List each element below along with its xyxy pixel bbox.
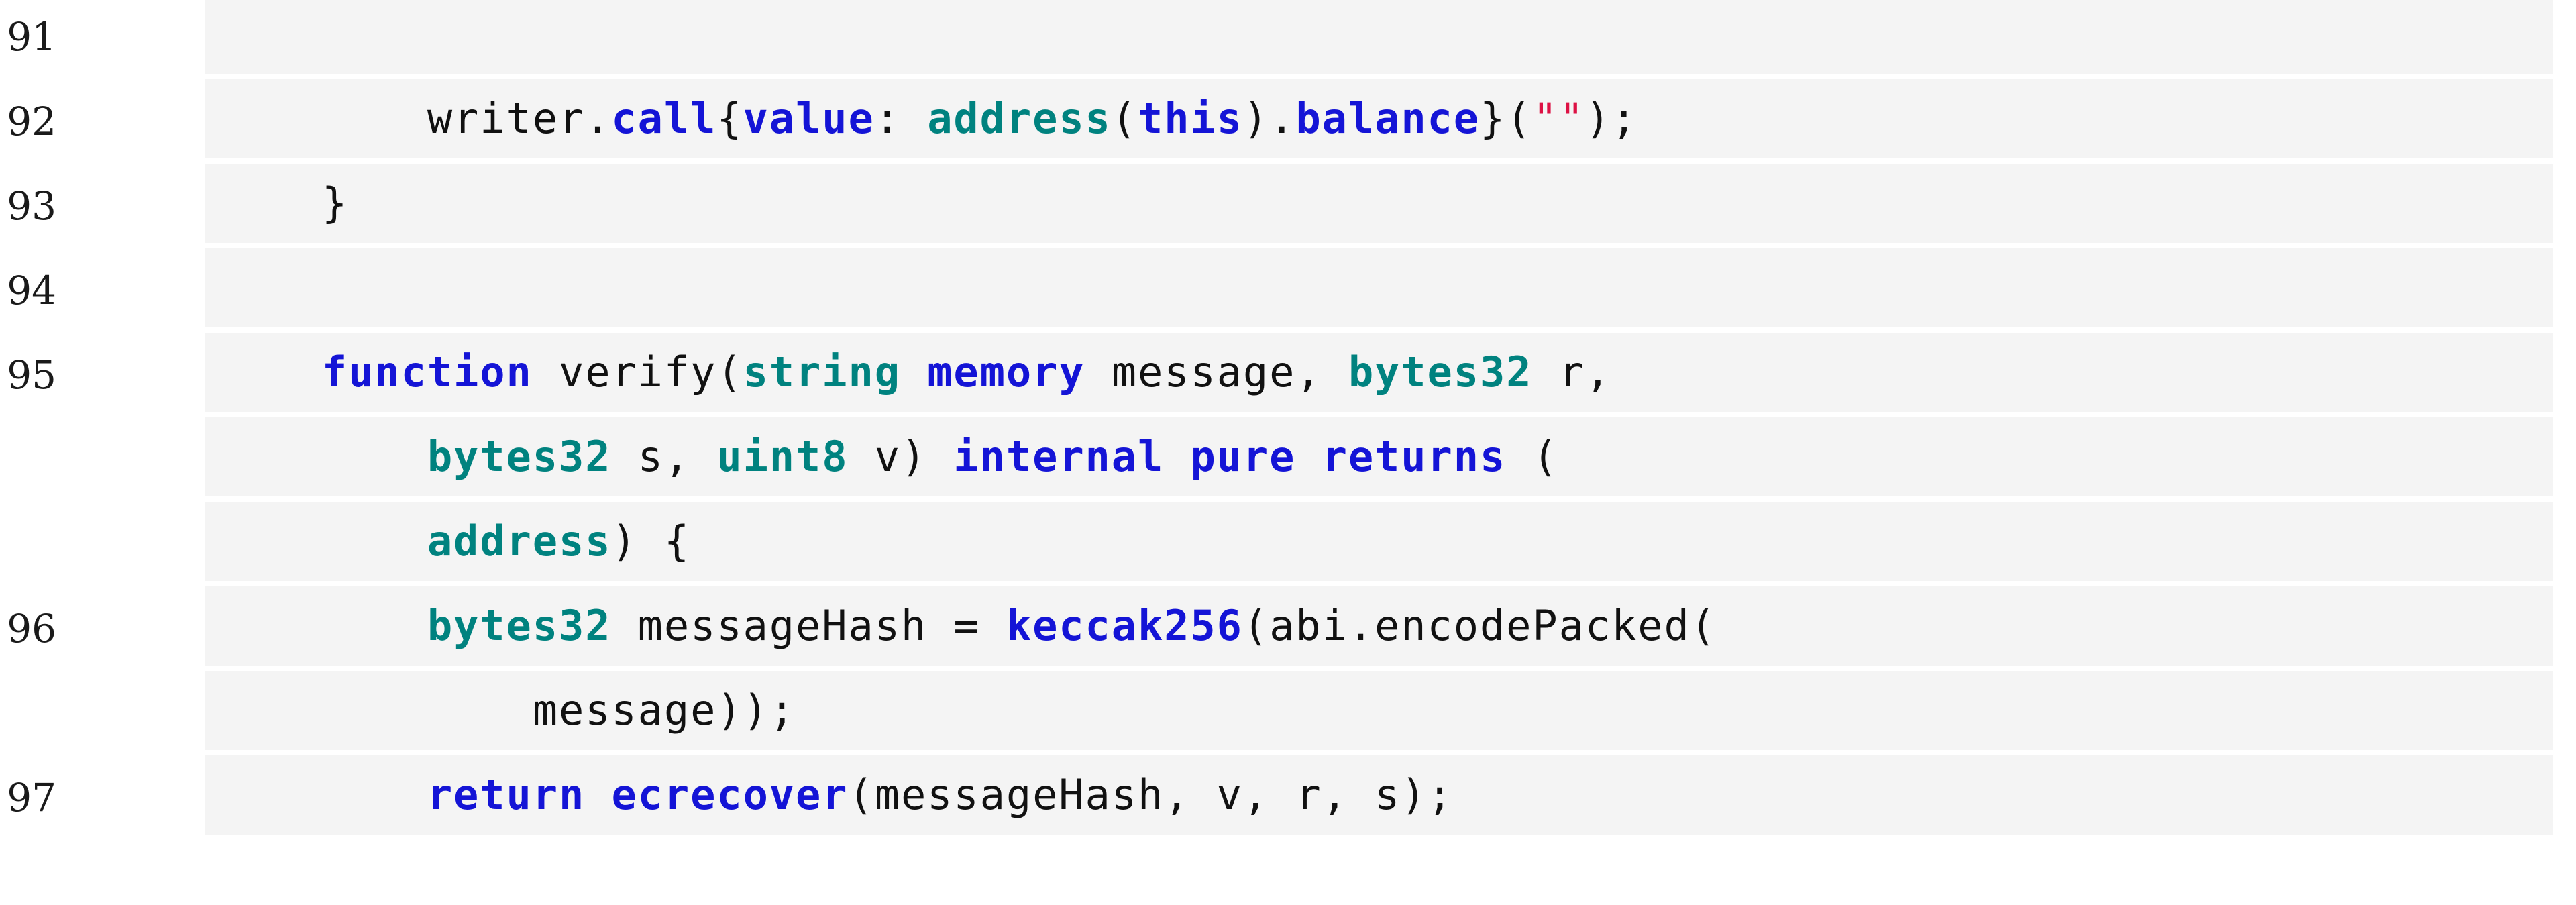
code-token: : [874,94,928,143]
code-line-row[interactable]: function verify(string memory message, b… [205,333,2553,412]
code-token: verify( [532,348,743,396]
code-line-text: bytes32 s, uint8 v) internal pure return… [217,417,1559,496]
code-line-row[interactable]: address) { [205,502,2553,581]
code-token: r, [1532,348,1612,396]
code-token: value [743,94,875,143]
code-token: { [716,94,743,143]
line-number: 92 [7,99,56,144]
code-token: keccak256 [1006,601,1243,650]
code-token: bytes32 [427,432,612,481]
code-token: string [743,348,901,396]
code-line-text: return ecrecover(messageHash, v, r, s); [217,755,1454,835]
code-token: uint8 [716,432,849,481]
code-token: ); [1585,94,1638,143]
code-token: } [217,178,349,227]
code-token: address [927,94,1112,143]
code-line-row[interactable]: bytes32 s, uint8 v) internal pure return… [205,417,2553,496]
code-token: message, [1085,348,1348,396]
code-token: bytes32 [1348,348,1533,396]
code-token: (messageHash, v, r, s); [848,770,1454,819]
code-line-row[interactable]: } [205,164,2553,243]
line-number: 91 [7,14,56,60]
code-token: bytes32 [427,601,612,650]
code-line-text: message)); [217,671,796,750]
code-token: writer. [217,94,612,143]
code-token: returns [1322,432,1507,481]
code-line-text: } [217,164,348,243]
line-number-gutter: 91 92 93 94 95 96 97 [0,0,205,905]
code-token: v) [848,432,954,481]
code-line-text: bytes32 messageHash = keccak256(abi.enco… [217,586,1717,666]
line-number: 96 [7,606,56,651]
code-token: this [1138,94,1243,143]
code-token: call [611,94,717,143]
code-token: ecrecover [611,770,849,819]
line-number: 94 [7,268,56,313]
code-token: memory [927,348,1085,396]
code-token: message)); [217,686,796,735]
code-line-text: function verify(string memory message, b… [217,333,1611,412]
code-token: ( [1506,432,1559,481]
line-number: 97 [7,775,56,820]
line-number: 93 [7,183,56,229]
code-line-row[interactable]: return ecrecover(messageHash, v, r, s); [205,755,2553,835]
code-token: ) { [611,517,691,566]
code-token: function [321,348,533,396]
code-listing: 91 92 93 94 95 96 97 writer.call{value: addres… [0,0,2576,905]
code-token: s, [611,432,717,481]
code-line-text: address) { [217,502,690,581]
code-line-text: writer.call{value: address(this).balance… [217,79,1638,158]
code-line-row[interactable]: message)); [205,671,2553,750]
code-token: "" [1532,94,1585,143]
code-token: ( [1111,94,1138,143]
code-token: ). [1242,94,1296,143]
code-line-row[interactable] [205,248,2553,327]
code-token: (abi.encodePacked( [1242,601,1717,650]
code-line-row[interactable] [205,0,2553,74]
code-token: return [427,770,586,819]
code-content-column[interactable]: writer.call{value: address(this).balance… [205,0,2553,905]
code-token: balance [1295,94,1480,143]
line-number: 95 [7,352,56,398]
code-token: internal [953,432,1165,481]
code-line-row[interactable]: bytes32 messageHash = keccak256(abi.enco… [205,586,2553,666]
code-token: }( [1480,94,1533,143]
code-token: address [427,517,612,566]
code-line-row[interactable]: writer.call{value: address(this).balance… [205,79,2553,158]
code-token: messageHash = [611,601,1006,650]
code-token: pure [1190,432,1296,481]
